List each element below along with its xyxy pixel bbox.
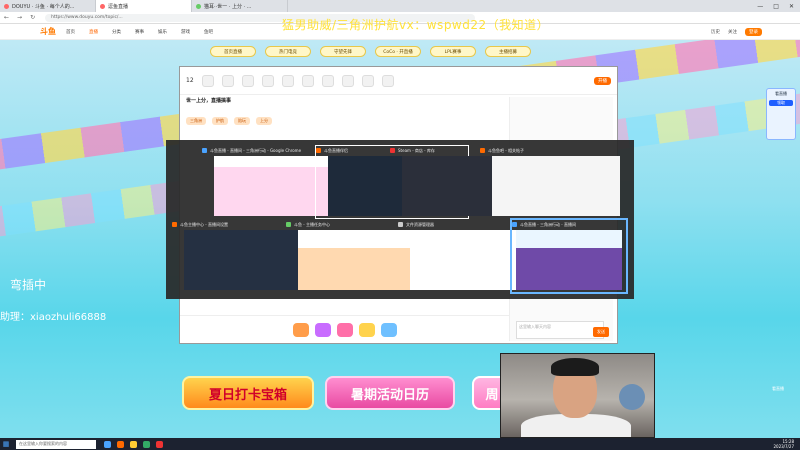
thumbnail-preview xyxy=(492,156,620,216)
stream-status-text: 弯插中 xyxy=(10,278,47,292)
douyu-app-icon xyxy=(172,222,177,227)
nav-item[interactable]: 首页 xyxy=(66,29,75,35)
category-icon[interactable] xyxy=(321,74,334,87)
folder-taskbar-icon[interactable] xyxy=(130,440,137,448)
chrome-icon xyxy=(202,148,207,153)
streamer-hair xyxy=(551,358,599,376)
stream-overlay-text: 猛男助威/三角洲护航vx：wspwd22（我知道） xyxy=(282,18,550,32)
window-controls: — □ ✕ xyxy=(757,3,800,10)
category-icon[interactable] xyxy=(201,74,214,87)
back-icon[interactable]: ← xyxy=(4,14,9,21)
inner-count: 12 xyxy=(186,77,194,84)
category-icon[interactable] xyxy=(221,74,234,87)
category-icon[interactable] xyxy=(241,74,254,87)
nav-item[interactable]: 鱼吧 xyxy=(204,29,213,35)
header-right: 历史 关注 登录 xyxy=(711,27,762,36)
pill-link[interactable]: 首页直播 xyxy=(210,46,256,57)
switcher-thumbnail-highlighted[interactable]: 斗鱼直播 - 三角洲行动 - 直播间 xyxy=(510,218,628,294)
taskbar-icons xyxy=(104,440,163,448)
gift-icon[interactable] xyxy=(359,322,375,337)
room-tag[interactable]: 陪玩 xyxy=(234,117,250,125)
right-promo-panel: 看直播 领取 xyxy=(766,88,796,140)
right-bottom-label: 看直播 xyxy=(772,386,784,391)
nav-item[interactable]: 直播 xyxy=(89,29,98,35)
windows-start-icon[interactable]: ▦ xyxy=(0,438,12,450)
folder-icon xyxy=(398,222,403,227)
summer-chest-banner[interactable]: 夏日打卡宝箱 xyxy=(182,376,314,410)
thumbnail-preview xyxy=(516,230,622,290)
chat-input[interactable]: 这里输入聊天内容 xyxy=(516,321,604,339)
gift-icon[interactable] xyxy=(381,322,397,337)
room-title: 世一上分，直播搞事 xyxy=(186,98,232,104)
follow-link[interactable]: 关注 xyxy=(728,29,737,35)
gift-icon[interactable] xyxy=(337,322,353,337)
history-link[interactable]: 历史 xyxy=(711,29,720,35)
summer-calendar-banner[interactable]: 暑期活动日历 xyxy=(325,376,455,410)
douyu-favicon-icon xyxy=(196,3,201,9)
category-icon[interactable] xyxy=(361,74,374,87)
forward-icon[interactable]: → xyxy=(17,14,22,21)
pill-link[interactable]: 主播招募 xyxy=(485,46,531,57)
douyu-favicon-icon xyxy=(4,3,9,9)
switcher-thumbnail[interactable]: 斗鱼鱼吧 - 相关帖子 xyxy=(480,146,632,218)
go-live-button[interactable]: 开播 xyxy=(594,76,611,85)
room-tag[interactable]: 三角洲 xyxy=(186,117,206,125)
nav-item[interactable]: 分类 xyxy=(112,29,121,35)
gift-icon[interactable] xyxy=(293,322,309,337)
top-pill-row: 首页直播 热门电竞 守望先锋 CoCo · 开直播 LPL赛事 主播招募 xyxy=(210,46,531,57)
nav-item[interactable]: 娱乐 xyxy=(158,29,167,35)
gift-icon[interactable] xyxy=(315,322,331,337)
pill-link[interactable]: 守望先锋 xyxy=(320,46,366,57)
pill-link[interactable]: LPL赛事 xyxy=(430,46,476,57)
taskbar-search[interactable]: 在这里输入你要搜索的内容 xyxy=(16,439,96,449)
maximize-icon[interactable]: □ xyxy=(773,3,779,10)
douyu-app-icon xyxy=(316,148,321,153)
douyu-app-icon xyxy=(480,148,485,153)
steam-icon xyxy=(390,148,395,153)
inner-category-bar: 12 开播 xyxy=(180,67,617,95)
chrome-icon xyxy=(512,222,517,227)
assistant-contact-text: 助理：xiaozhuli66888 xyxy=(0,312,107,323)
room-tags: 三角洲 护航 陪玩 上分 xyxy=(186,117,272,125)
promo-title: 看直播 xyxy=(775,91,787,96)
category-icon[interactable] xyxy=(261,74,274,87)
reload-icon[interactable]: ↻ xyxy=(30,14,35,21)
pill-link[interactable]: CoCo · 开直播 xyxy=(375,46,421,57)
category-icon[interactable] xyxy=(301,74,314,87)
category-icon[interactable] xyxy=(281,74,294,87)
task-switcher: 斗鱼直播 - 直播间 - 三角洲行动 - Google Chrome 斗鱼直播伴… xyxy=(166,140,634,299)
category-icon[interactable] xyxy=(381,74,394,87)
chrome-icon xyxy=(286,222,291,227)
system-tray-clock[interactable]: 15:28 2023/7/27 xyxy=(773,439,794,449)
room-tag[interactable]: 上分 xyxy=(256,117,272,125)
douyu-taskbar-icon[interactable] xyxy=(117,440,124,448)
chrome-taskbar-icon[interactable] xyxy=(104,440,111,448)
category-icon[interactable] xyxy=(341,74,354,87)
close-icon[interactable]: ✕ xyxy=(789,3,794,10)
app-taskbar-icon[interactable] xyxy=(156,440,163,448)
site-logo[interactable]: 斗鱼 xyxy=(40,26,56,37)
windows-taskbar: ▦ 在这里输入你要搜索的内容 15:28 2023/7/27 xyxy=(0,438,800,450)
douyu-favicon-icon xyxy=(100,3,105,9)
browser-tabbar: DOUYU · 斗鱼 · 每个人的... 逗鱼直播 猫耳··世一 · 上分 · … xyxy=(0,0,800,12)
gift-bar xyxy=(180,315,510,343)
browser-tab-active[interactable]: 逗鱼直播 xyxy=(96,0,192,12)
plush-toy xyxy=(619,384,645,410)
pill-link[interactable]: 热门电竞 xyxy=(265,46,311,57)
app-taskbar-icon[interactable] xyxy=(143,440,150,448)
streamer-webcam xyxy=(500,353,655,438)
send-button[interactable]: 发送 xyxy=(593,327,609,337)
minimize-icon[interactable]: — xyxy=(757,3,763,10)
nav-item[interactable]: 赛事 xyxy=(135,29,144,35)
browser-tab[interactable]: DOUYU · 斗鱼 · 每个人的... xyxy=(0,0,96,12)
login-button[interactable]: 登录 xyxy=(745,27,762,36)
promo-claim-button[interactable]: 领取 xyxy=(769,100,793,106)
browser-tab[interactable]: 猫耳··世一 · 上分 · ... xyxy=(192,0,288,12)
nav-item[interactable]: 游戏 xyxy=(181,29,190,35)
room-tag[interactable]: 护航 xyxy=(212,117,228,125)
